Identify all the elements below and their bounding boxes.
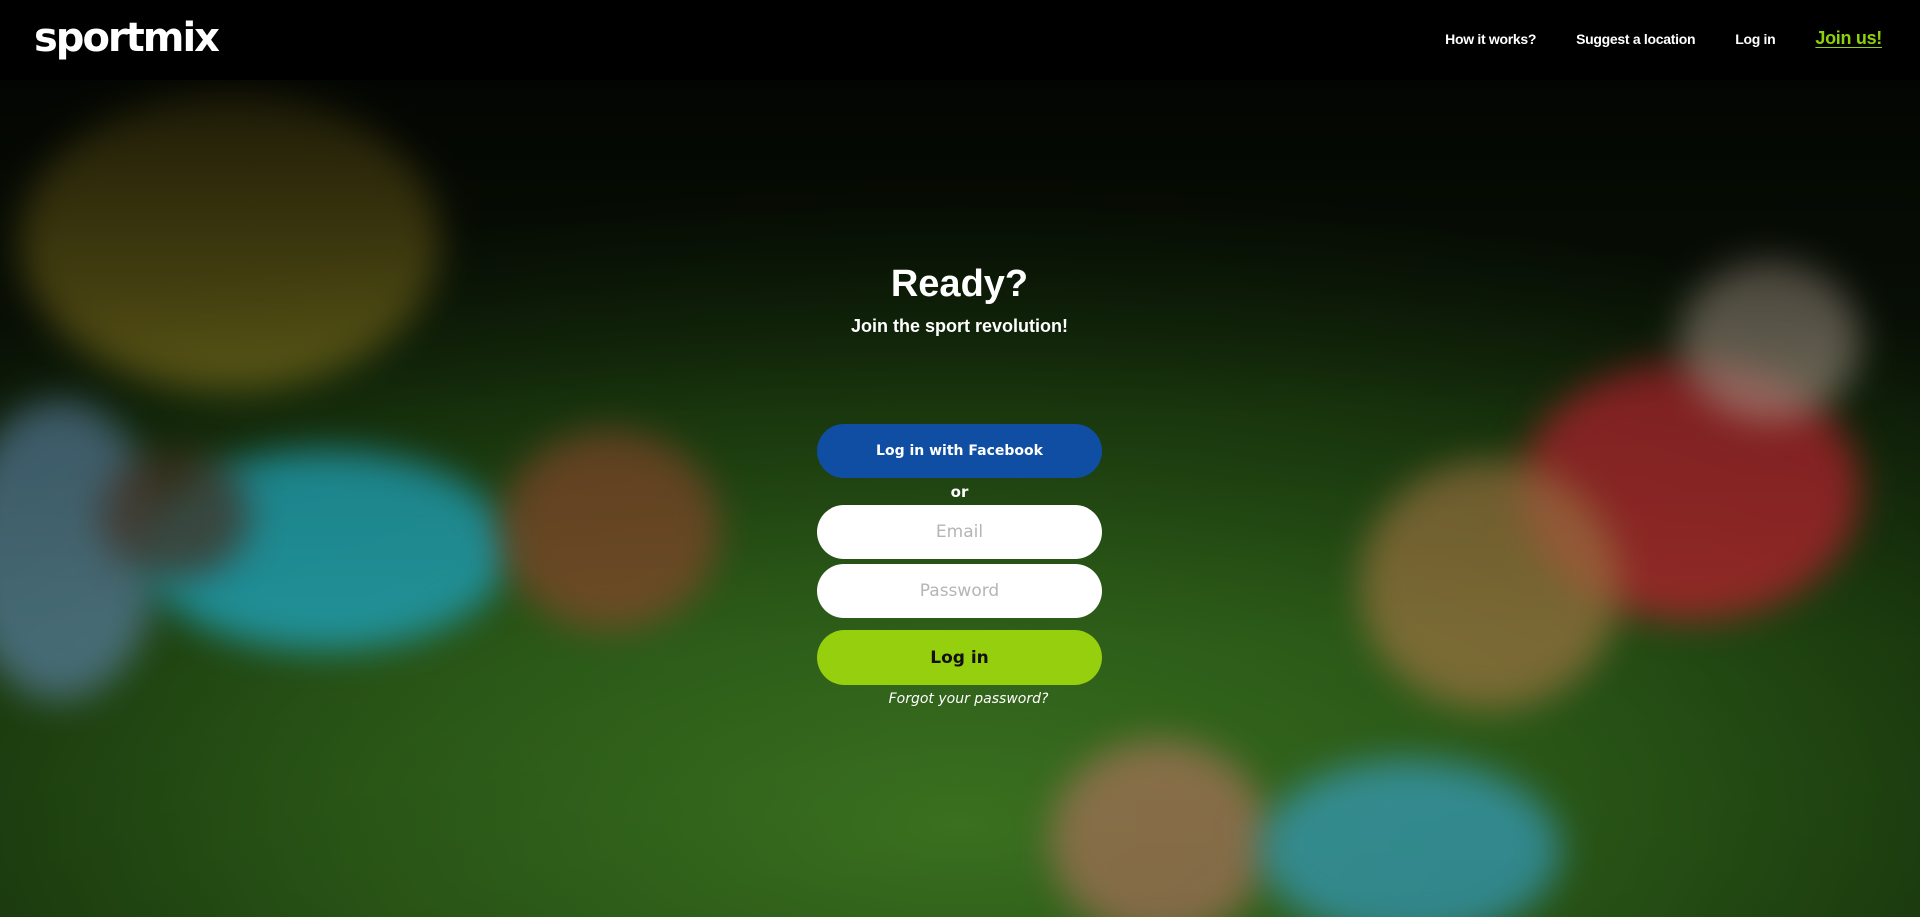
nav-suggest-location[interactable]: Suggest a location (1576, 31, 1695, 47)
top-navigation-bar: sportmix How it works? Suggest a locatio… (0, 0, 1920, 80)
email-field[interactable] (817, 505, 1102, 559)
sportmix-logo[interactable]: sportmix (34, 14, 220, 62)
login-panel: Ready? Join the sport revolution! Log in… (817, 260, 1102, 708)
password-field[interactable] (817, 564, 1102, 618)
or-separator: or (950, 483, 969, 501)
facebook-login-button[interactable]: Log in with Facebook (817, 424, 1102, 478)
main-nav: How it works? Suggest a location Log in … (1445, 28, 1882, 49)
forgot-password-link[interactable]: Forgot your password? (889, 691, 1049, 707)
nav-how-it-works[interactable]: How it works? (1445, 31, 1536, 47)
page: sportmix How it works? Suggest a locatio… (0, 0, 1920, 917)
nav-join-us[interactable]: Join us! (1815, 28, 1882, 49)
page-subtitle: Join the sport revolution! (850, 316, 1068, 336)
page-title: Ready? (890, 263, 1029, 305)
login-submit-button[interactable]: Log in (817, 630, 1102, 685)
nav-login[interactable]: Log in (1735, 31, 1775, 47)
